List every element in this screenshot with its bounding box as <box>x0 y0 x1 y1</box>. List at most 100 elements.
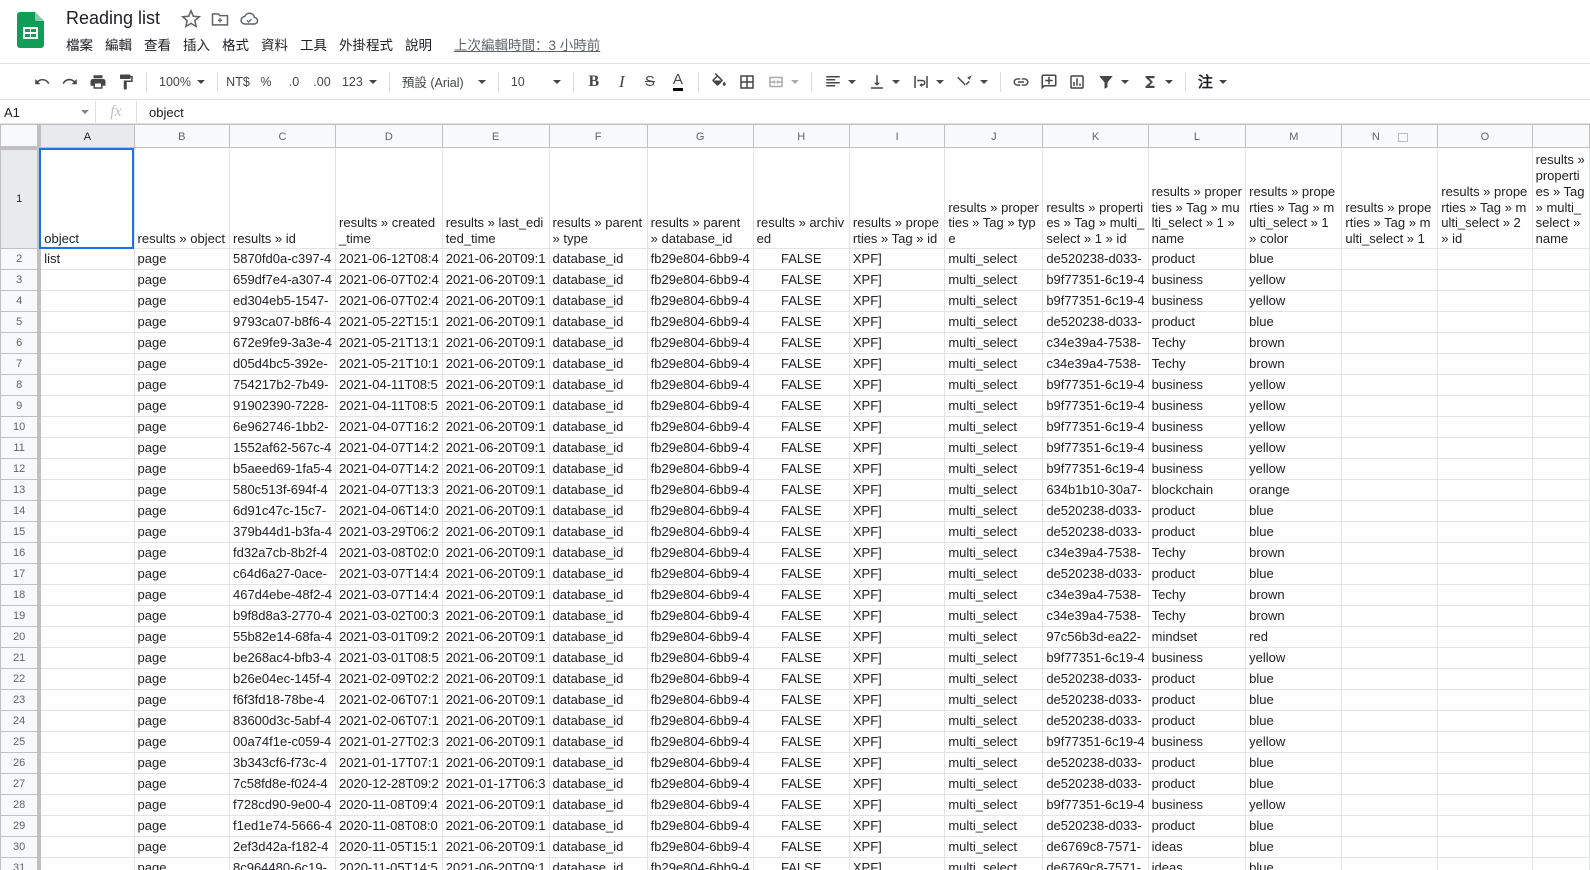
cell[interactable]: multi_select <box>944 416 1044 438</box>
cell[interactable]: XPF] <box>848 857 946 870</box>
cell[interactable] <box>1437 479 1533 501</box>
cell[interactable]: XPF] <box>848 437 946 459</box>
cell[interactable]: de520238-d033- <box>1042 248 1149 270</box>
cell[interactable] <box>1437 521 1533 543</box>
cell[interactable]: 2020-11-05T15:1 <box>335 836 443 858</box>
cell[interactable]: blue <box>1245 563 1343 585</box>
cell[interactable]: database_id <box>548 689 648 711</box>
cell[interactable]: XPF] <box>848 668 946 690</box>
cell[interactable] <box>1531 605 1590 627</box>
cell[interactable]: 2021-06-20T09:1 <box>441 815 550 837</box>
cell[interactable]: 672e9fe9-3a3e-4 <box>228 332 337 354</box>
cell[interactable]: blue <box>1245 668 1343 690</box>
cell[interactable] <box>1437 458 1533 480</box>
cell[interactable] <box>1531 374 1590 396</box>
cell[interactable]: 2021-06-20T09:1 <box>441 374 550 396</box>
cell[interactable]: page <box>133 731 230 753</box>
menu-tools[interactable]: 工具 <box>294 37 333 55</box>
cell[interactable]: business <box>1147 731 1247 753</box>
cell[interactable]: brown <box>1245 353 1343 375</box>
cell[interactable]: brown <box>1245 542 1343 564</box>
cell[interactable]: 2021-03-01T08:5 <box>335 647 443 669</box>
row-number[interactable]: 3 <box>0 269 42 291</box>
cell[interactable]: XPF] <box>848 458 946 480</box>
cell[interactable]: database_id <box>548 416 648 438</box>
cell[interactable]: page <box>133 458 230 480</box>
cell[interactable]: 2021-06-20T09:1 <box>441 437 550 459</box>
cell[interactable]: Techy <box>1147 584 1247 606</box>
cell[interactable]: multi_select <box>944 563 1044 585</box>
header-cell[interactable]: results » properties » Tag » multi_selec… <box>1531 147 1590 249</box>
cell[interactable] <box>1341 269 1439 291</box>
header-cell[interactable]: object <box>38 147 135 249</box>
cell[interactable]: business <box>1147 395 1247 417</box>
cell[interactable]: XPF] <box>848 395 946 417</box>
cell[interactable]: yellow <box>1245 290 1343 312</box>
cell[interactable]: 2021-04-11T08:5 <box>335 395 443 417</box>
cell[interactable]: page <box>133 836 230 858</box>
cell[interactable] <box>1341 479 1439 501</box>
cell[interactable] <box>1531 731 1590 753</box>
cell[interactable] <box>38 542 135 564</box>
cell[interactable]: 2021-06-20T09:1 <box>441 689 550 711</box>
cell[interactable] <box>1531 269 1590 291</box>
cell[interactable]: fb29e804-6bb9-4 <box>646 668 754 690</box>
cell[interactable]: multi_select <box>944 248 1044 270</box>
insert-chart-button[interactable] <box>1063 68 1091 96</box>
cell[interactable]: fd32a7cb-8b2f-4 <box>228 542 337 564</box>
cell[interactable] <box>38 773 135 795</box>
cell[interactable]: 2021-05-21T13:1 <box>335 332 443 354</box>
cell[interactable] <box>1437 416 1533 438</box>
cell[interactable]: blue <box>1245 689 1343 711</box>
cell[interactable]: page <box>133 353 230 375</box>
cell[interactable]: fb29e804-6bb9-4 <box>646 458 754 480</box>
cell[interactable] <box>1437 584 1533 606</box>
horizontal-align-button[interactable] <box>818 73 862 91</box>
menu-help[interactable]: 說明 <box>399 37 438 55</box>
cell[interactable]: 754217b2-7b49- <box>228 374 337 396</box>
cell[interactable]: XPF] <box>848 416 946 438</box>
cell[interactable]: FALSE <box>752 479 850 501</box>
cell[interactable]: database_id <box>548 710 648 732</box>
cell[interactable] <box>1341 437 1439 459</box>
cell[interactable]: b9f8d8a3-2770-4 <box>228 605 337 627</box>
cell[interactable]: business <box>1147 269 1247 291</box>
row-number[interactable]: 10 <box>0 416 42 438</box>
cell[interactable] <box>1437 815 1533 837</box>
cell[interactable]: ideas <box>1147 836 1247 858</box>
column-header[interactable]: C <box>228 124 337 148</box>
cell[interactable] <box>38 605 135 627</box>
cell[interactable]: b5aeed69-1fa5-4 <box>228 458 337 480</box>
column-header[interactable] <box>1531 124 1590 148</box>
cell[interactable]: multi_select <box>944 458 1044 480</box>
cell[interactable]: FALSE <box>752 710 850 732</box>
last-edit-link[interactable]: 上次編輯時間：3 小時前 <box>448 37 606 55</box>
vertical-align-button[interactable] <box>862 73 906 91</box>
cell[interactable] <box>1531 458 1590 480</box>
cell[interactable] <box>1531 857 1590 870</box>
cell[interactable]: page <box>133 290 230 312</box>
cell[interactable]: de520238-d033- <box>1042 311 1149 333</box>
cell[interactable]: de520238-d033- <box>1042 710 1149 732</box>
name-box[interactable]: A1 <box>0 100 96 124</box>
cell[interactable]: ed304eb5-1547- <box>228 290 337 312</box>
cell[interactable]: fb29e804-6bb9-4 <box>646 479 754 501</box>
column-header[interactable]: M <box>1245 124 1343 148</box>
cell[interactable]: multi_select <box>944 290 1044 312</box>
cell[interactable]: page <box>133 479 230 501</box>
move-folder-icon[interactable] <box>210 9 230 29</box>
cell[interactable] <box>1437 353 1533 375</box>
cell[interactable]: 2021-06-20T09:1 <box>441 248 550 270</box>
cell[interactable]: 2ef3d42a-f182-4 <box>228 836 337 858</box>
cell[interactable]: page <box>133 689 230 711</box>
cell[interactable] <box>1437 563 1533 585</box>
cell[interactable]: 2021-06-20T09:1 <box>441 332 550 354</box>
cell[interactable]: b9f77351-6c19-4 <box>1042 416 1149 438</box>
cell[interactable]: fb29e804-6bb9-4 <box>646 794 754 816</box>
cell[interactable]: fb29e804-6bb9-4 <box>646 584 754 606</box>
cell[interactable]: 2021-06-20T09:1 <box>441 836 550 858</box>
cell[interactable]: page <box>133 605 230 627</box>
cell[interactable]: 7c58fd8e-f024-4 <box>228 773 337 795</box>
cell[interactable]: yellow <box>1245 269 1343 291</box>
select-all-corner[interactable] <box>0 124 42 150</box>
